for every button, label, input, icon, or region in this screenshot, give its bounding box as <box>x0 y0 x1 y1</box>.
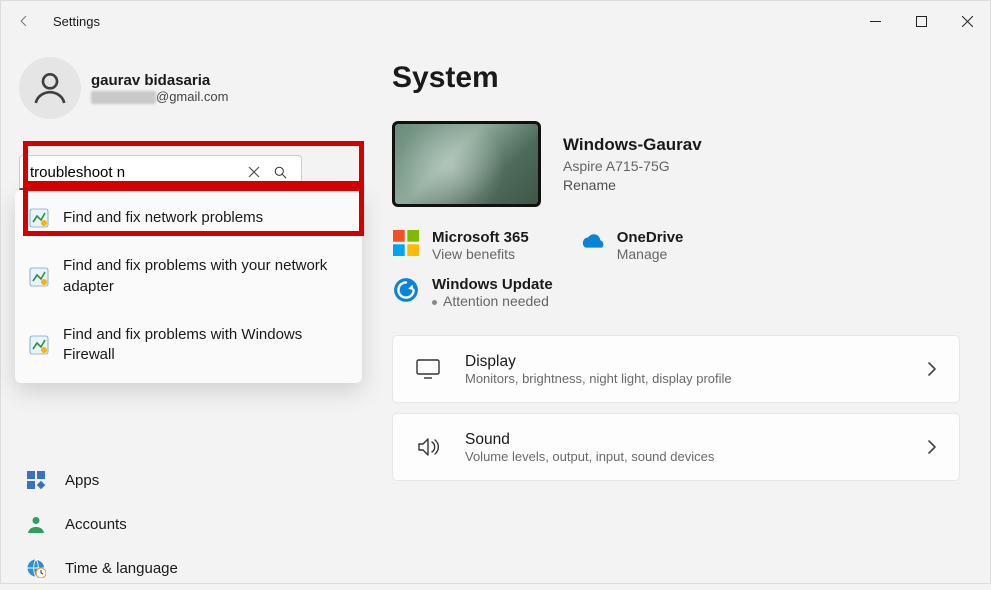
user-email: @gmail.com <box>91 89 228 104</box>
window-controls <box>852 1 990 41</box>
minimize-button[interactable] <box>852 1 898 41</box>
accounts-icon <box>25 513 47 535</box>
user-account-row[interactable]: gaurav bidasaria @gmail.com <box>19 57 293 119</box>
search-input[interactable] <box>28 158 241 187</box>
troubleshoot-icon <box>29 335 49 355</box>
service-sub: Manage <box>617 246 684 262</box>
titlebar: Settings <box>1 1 990 41</box>
settings-card-sound[interactable]: Sound Volume levels, output, input, soun… <box>392 413 960 481</box>
sound-icon <box>415 437 441 457</box>
update-title: Windows Update <box>432 276 553 293</box>
settings-card-display[interactable]: Display Monitors, brightness, night ligh… <box>392 335 960 403</box>
service-title: Microsoft 365 <box>432 229 529 246</box>
person-icon <box>30 68 70 108</box>
card-sub: Monitors, brightness, night light, displ… <box>465 371 903 386</box>
clear-search-button[interactable] <box>241 166 267 178</box>
search-box[interactable] <box>19 155 302 190</box>
card-title: Display <box>465 353 903 371</box>
close-icon <box>962 16 973 27</box>
card-title: Sound <box>465 431 903 449</box>
close-button[interactable] <box>944 1 990 41</box>
chevron-right-icon <box>927 361 937 377</box>
windows-update-icon <box>392 276 420 304</box>
search-result-windows-firewall[interactable]: Find and fix problems with Windows Firew… <box>19 311 358 380</box>
service-onedrive[interactable]: OneDrive Manage <box>577 229 684 262</box>
search-result-network-problems[interactable]: Find and fix network problems <box>19 194 358 242</box>
device-row: Windows-Gaurav Aspire A715-75G Rename <box>392 121 960 207</box>
search-result-label: Find and fix problems with your network … <box>63 256 348 297</box>
display-icon <box>415 359 441 379</box>
apps-icon <box>25 469 47 491</box>
back-button[interactable] <box>15 12 33 30</box>
service-sub: View benefits <box>432 246 529 262</box>
service-title: OneDrive <box>617 229 684 246</box>
x-icon <box>248 166 260 178</box>
maximize-icon <box>916 16 927 27</box>
sidebar-nav: Apps Accounts Time & language <box>19 458 293 590</box>
service-microsoft-365[interactable]: Microsoft 365 View benefits <box>392 229 529 262</box>
search-result-label: Find and fix network problems <box>63 208 263 228</box>
sidebar: gaurav bidasaria @gmail.com <box>1 41 311 583</box>
chevron-right-icon <box>927 439 937 455</box>
sidebar-item-apps[interactable]: Apps <box>19 458 293 502</box>
onedrive-icon <box>577 229 605 257</box>
page-title: System <box>392 61 960 95</box>
redacted-email-prefix <box>91 91 156 104</box>
avatar <box>19 57 81 119</box>
device-wallpaper-thumbnail[interactable] <box>392 121 541 207</box>
minimize-icon <box>870 16 881 27</box>
main-panel: System Windows-Gaurav Aspire A715-75G Re… <box>311 41 990 583</box>
sidebar-item-label: Apps <box>65 472 99 489</box>
user-name: gaurav bidasaria <box>91 72 228 89</box>
rename-device-link[interactable]: Rename <box>563 177 702 193</box>
windows-update-row[interactable]: Windows Update Attention needed <box>392 276 960 309</box>
maximize-button[interactable] <box>898 1 944 41</box>
search-suggestions-dropdown: Find and fix network problems Find and f… <box>15 190 362 383</box>
microsoft-logo-icon <box>392 229 420 257</box>
troubleshoot-icon <box>29 208 49 228</box>
attention-bullet-icon <box>432 300 437 305</box>
troubleshoot-icon <box>29 267 49 287</box>
globe-clock-icon <box>25 557 47 579</box>
update-sub: Attention needed <box>432 293 553 309</box>
sidebar-item-accounts[interactable]: Accounts <box>19 502 293 546</box>
device-model: Aspire A715-75G <box>563 158 702 174</box>
card-sub: Volume levels, output, input, sound devi… <box>465 449 903 464</box>
search-button[interactable] <box>267 165 293 180</box>
sidebar-item-label: Time & language <box>65 560 178 577</box>
arrow-left-icon <box>17 14 31 28</box>
search-result-label: Find and fix problems with Windows Firew… <box>63 325 348 366</box>
sidebar-item-label: Accounts <box>65 516 127 533</box>
sidebar-item-time-language[interactable]: Time & language <box>19 546 293 590</box>
app-title: Settings <box>53 14 100 29</box>
search-result-network-adapter[interactable]: Find and fix problems with your network … <box>19 242 358 311</box>
search-icon <box>273 165 288 180</box>
device-name: Windows-Gaurav <box>563 135 702 155</box>
